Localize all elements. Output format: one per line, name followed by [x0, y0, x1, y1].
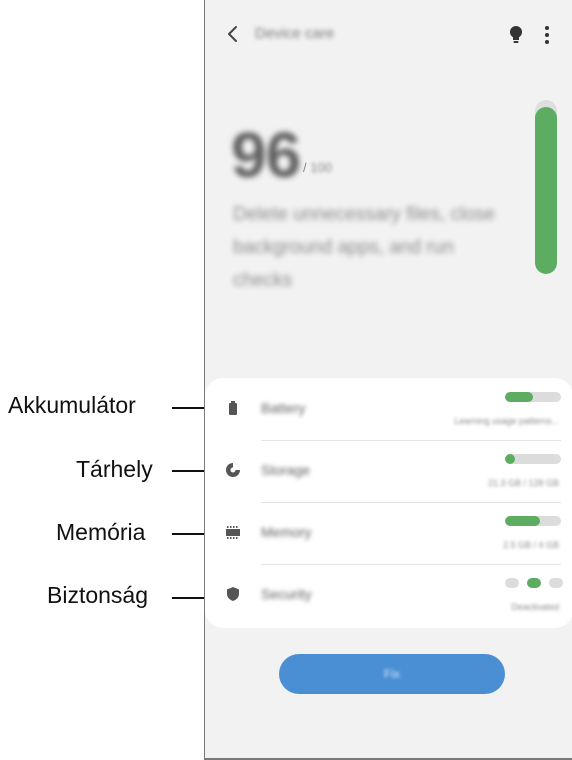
security-status: Deactivated [511, 602, 559, 612]
fix-button[interactable]: Fix [279, 654, 505, 694]
battery-bar [505, 392, 561, 402]
back-icon[interactable] [223, 24, 243, 44]
phone-screen: Device care 96 / 100 Delete unnecessary … [204, 0, 572, 760]
app-bar: Device care [205, 14, 572, 54]
security-label: Security [261, 586, 312, 602]
callout-storage: Tárhely [76, 456, 153, 482]
progress-dot [527, 578, 541, 588]
memory-bar [505, 516, 561, 526]
storage-bar-fill [505, 454, 515, 464]
optimize-message: Delete unnecessary files, close backgrou… [233, 204, 495, 291]
app-title: Device care [255, 25, 335, 42]
battery-label: Battery [261, 400, 306, 416]
memory-row[interactable]: Memory 2.5 GB / 4 GB [205, 502, 572, 564]
security-icon [227, 587, 239, 601]
callout-security: Biztonság [47, 582, 149, 608]
memory-icon [226, 526, 240, 539]
battery-bar-fill [505, 392, 533, 402]
battery-row[interactable]: Battery Learning usage patterns... [205, 378, 572, 440]
score-bar [535, 100, 557, 274]
storage-icon [226, 463, 240, 477]
status-card: Battery Learning usage patterns... Stora… [205, 378, 572, 628]
more-options-icon[interactable] [541, 24, 553, 46]
memory-bar-fill [505, 516, 540, 526]
progress-dot [549, 578, 563, 588]
memory-label: Memory [261, 524, 312, 540]
score-max: / 100 [303, 160, 332, 175]
storage-row[interactable]: Storage 21.3 GB / 128 GB [205, 440, 572, 502]
security-progress-dots [505, 578, 565, 590]
device-score: 96 [231, 119, 301, 191]
memory-status: 2.5 GB / 4 GB [502, 540, 559, 550]
security-row[interactable]: Security Deactivated [205, 564, 572, 626]
battery-status: Learning usage patterns... [454, 416, 559, 426]
lightbulb-icon[interactable] [507, 24, 525, 46]
battery-icon [229, 401, 237, 415]
callout-memory: Memória [56, 519, 146, 545]
storage-bar [505, 454, 561, 464]
progress-dot [505, 578, 519, 588]
storage-status: 21.3 GB / 128 GB [487, 478, 559, 488]
score-bar-fill [535, 106, 557, 274]
callout-battery: Akkumulátor [8, 392, 136, 418]
storage-label: Storage [261, 462, 311, 478]
